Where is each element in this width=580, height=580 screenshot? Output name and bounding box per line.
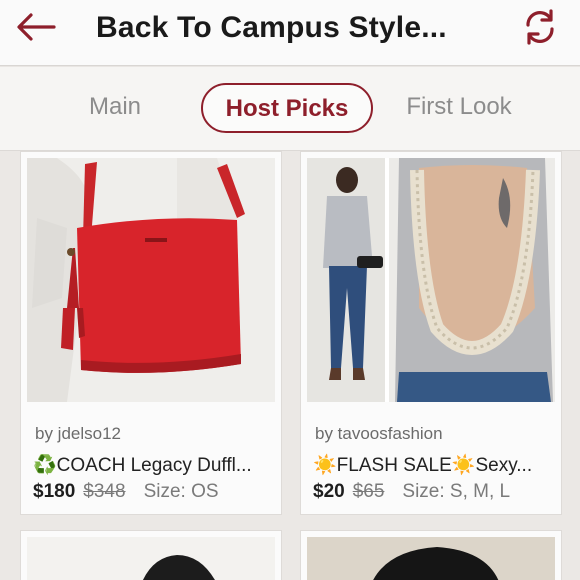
- sun-icon: ☀️: [313, 454, 337, 476]
- seller-name[interactable]: by tavoosfashion: [315, 424, 443, 444]
- price-row: $180 $348 Size: OS: [33, 481, 219, 503]
- tab-host-picks[interactable]: Host Picks: [201, 83, 373, 133]
- listing-feed[interactable]: by jdelso12 ♻️COACH Legacy Duffl... $180…: [0, 151, 580, 580]
- listing-photo[interactable]: [27, 537, 275, 580]
- tab-main[interactable]: Main: [74, 83, 156, 133]
- listing-photo[interactable]: [307, 537, 555, 580]
- listing-photo[interactable]: [307, 158, 555, 402]
- sun-icon: ☀️: [451, 454, 476, 476]
- listing-title-suffix: Sexy...: [475, 455, 533, 476]
- tab-first-look[interactable]: First Look: [396, 83, 522, 133]
- listing-card[interactable]: by tavoosfashion ☀️FLASH SALE☀️Sexy... $…: [300, 151, 562, 515]
- listing-card[interactable]: by jdelso12 ♻️COACH Legacy Duffl... $180…: [20, 151, 282, 515]
- size-label: Size: OS: [143, 481, 219, 502]
- listing-card[interactable]: [20, 530, 282, 580]
- page-title: Back To Campus Style...: [96, 11, 447, 44]
- recycle-icon: ♻️: [33, 454, 57, 476]
- listing-title[interactable]: ☀️FLASH SALE☀️Sexy...: [313, 453, 557, 477]
- original-price: $65: [352, 481, 385, 502]
- app-header: Back To Campus Style...: [0, 0, 580, 66]
- price: $180: [33, 481, 76, 502]
- price-row: $20 $65 Size: S, M, L: [313, 481, 510, 503]
- size-label: Size: S, M, L: [402, 481, 511, 502]
- arrow-left-icon[interactable]: [14, 12, 58, 42]
- seller-name[interactable]: by jdelso12: [35, 424, 121, 444]
- price: $20: [313, 481, 345, 502]
- original-price: $348: [83, 481, 126, 502]
- tab-bar: Main Host Picks First Look: [0, 67, 580, 151]
- refresh-icon[interactable]: [520, 8, 560, 46]
- listing-photo[interactable]: [27, 158, 275, 402]
- listing-title-text: FLASH SALE: [336, 455, 452, 476]
- listing-title-text: COACH Legacy Duffl...: [56, 455, 252, 476]
- listing-title[interactable]: ♻️COACH Legacy Duffl...: [33, 453, 277, 477]
- listing-card[interactable]: [300, 530, 562, 580]
